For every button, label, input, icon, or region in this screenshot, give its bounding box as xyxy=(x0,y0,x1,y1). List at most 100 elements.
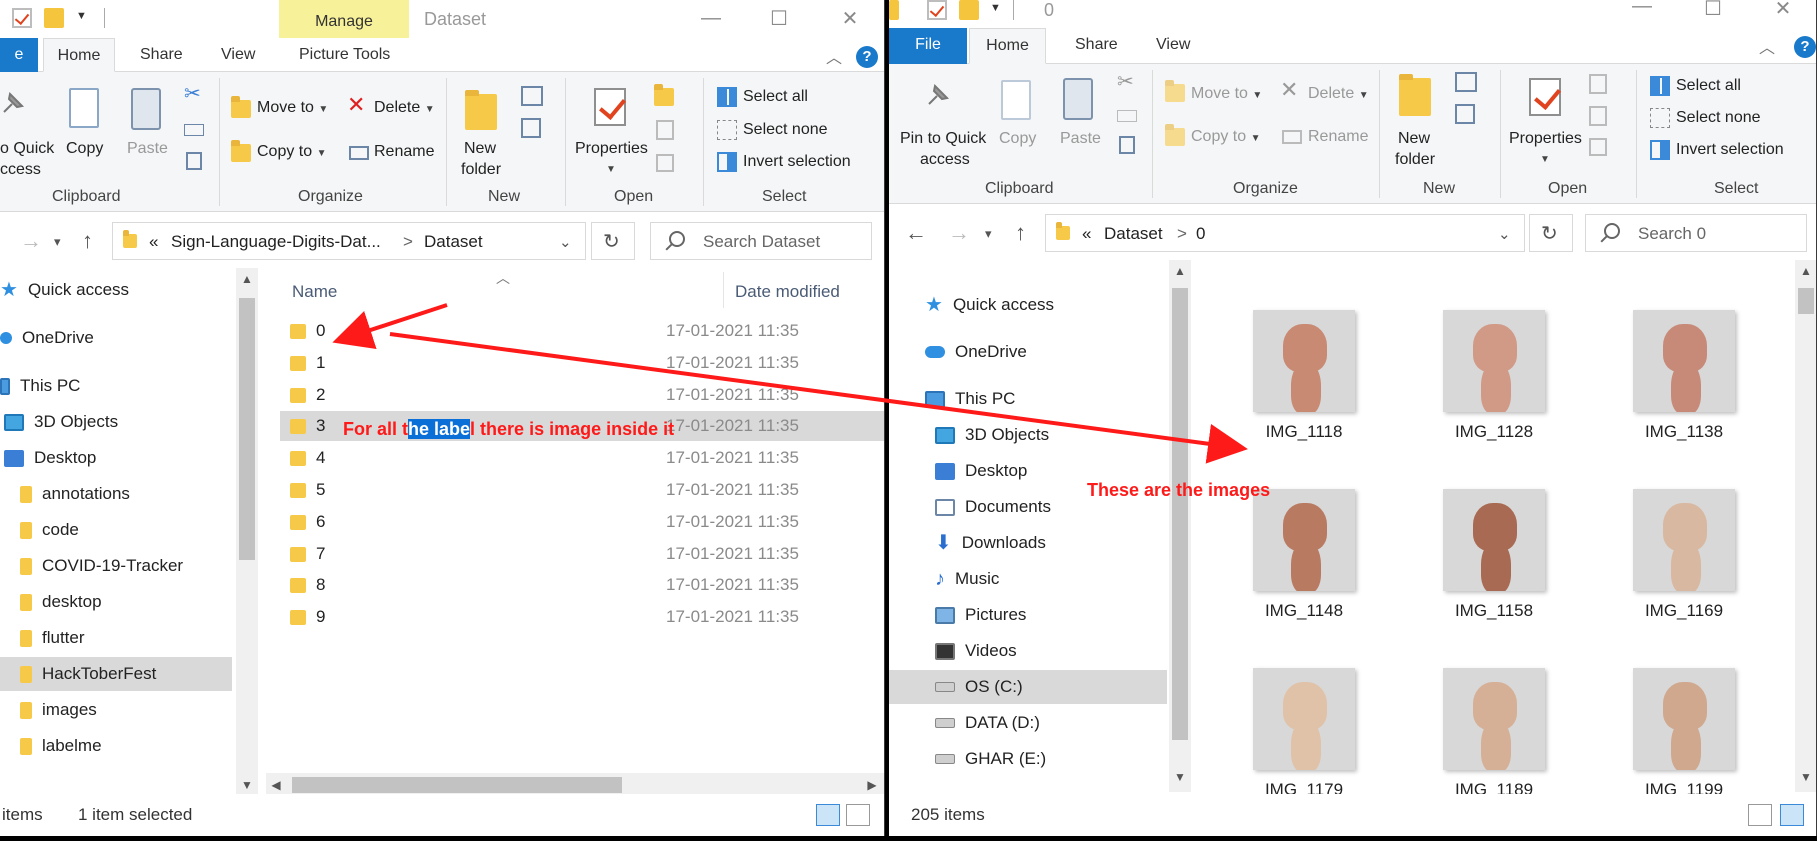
nav-downloads[interactable]: ⬇ Downloads xyxy=(935,526,1046,560)
collapse-ribbon-icon[interactable]: ︿ xyxy=(1759,34,1775,58)
address-overflow[interactable]: « xyxy=(1082,224,1091,244)
copy-button[interactable]: Copy xyxy=(999,128,1036,149)
nav-desktop-folder[interactable]: desktop xyxy=(20,585,232,619)
breadcrumb-parent[interactable]: Dataset xyxy=(1104,224,1163,244)
maximize-icon[interactable]: ☐ xyxy=(751,0,807,36)
nav-scrollbar[interactable]: ▲ ▼ xyxy=(1169,260,1191,792)
new-folder-button[interactable]: New xyxy=(1398,128,1430,149)
qat-dropdown-icon[interactable]: ▼ xyxy=(990,2,1001,14)
nav-documents[interactable]: Documents xyxy=(935,490,1051,524)
select-none-button[interactable]: Select none xyxy=(1676,108,1761,128)
pin-to-quick-access-line2[interactable]: access xyxy=(920,149,970,170)
column-header-date-modified[interactable]: Date modified xyxy=(735,282,840,302)
copy-button[interactable]: Copy xyxy=(66,138,103,159)
table-row[interactable]: 1 17-01-2021 11:35 xyxy=(280,348,884,378)
paste-shortcut-icon[interactable] xyxy=(1119,136,1135,154)
table-row[interactable]: 8 17-01-2021 11:35 xyxy=(280,570,884,600)
collapse-ribbon-icon[interactable]: ︿ xyxy=(826,44,842,68)
select-all-button[interactable]: Select all xyxy=(743,87,808,107)
horizontal-scroll-thumb[interactable] xyxy=(292,777,622,793)
new-folder-qat-icon[interactable] xyxy=(959,0,979,20)
details-view-icon[interactable] xyxy=(816,804,840,826)
properties-qat-icon[interactable] xyxy=(12,8,32,28)
nav-quick-access[interactable]: ★ Quick access xyxy=(925,288,1054,322)
tab-file[interactable]: e xyxy=(0,38,38,72)
refresh-button[interactable]: ↻ xyxy=(591,222,635,260)
image-thumbnail[interactable]: IMG_1138 xyxy=(1609,310,1759,470)
table-row[interactable]: 6 17-01-2021 11:35 xyxy=(280,507,884,537)
nav-hacktoberfest[interactable]: HackToberFest xyxy=(0,657,232,691)
breadcrumb-separator[interactable]: > xyxy=(403,232,413,252)
new-folder-button-line2[interactable]: folder xyxy=(1395,149,1435,170)
maximize-icon[interactable]: ☐ xyxy=(1685,0,1741,26)
address-bar[interactable]: « Dataset > 0 ⌄ xyxy=(1045,214,1525,252)
paste-button[interactable]: Paste xyxy=(1060,128,1101,149)
pin-to-quick-access-button[interactable]: Pin to Quick xyxy=(900,128,986,149)
recent-locations-icon[interactable]: ▾ xyxy=(54,234,61,250)
tab-home[interactable]: Home xyxy=(969,28,1046,64)
cut-icon[interactable]: ✂ xyxy=(1117,72,1134,92)
copy-path-icon[interactable] xyxy=(184,124,204,136)
table-row[interactable]: 0 17-01-2021 11:35 xyxy=(280,316,884,346)
back-icon[interactable]: ← xyxy=(905,220,927,246)
table-row[interactable]: 2 17-01-2021 11:35 xyxy=(280,380,884,410)
new-folder-button[interactable]: New xyxy=(464,138,496,159)
nav-3d-objects[interactable]: 3D Objects xyxy=(935,418,1049,452)
grid-scroll-thumb[interactable] xyxy=(1798,288,1814,314)
new-item-icon[interactable] xyxy=(521,86,543,106)
edit-icon[interactable] xyxy=(656,120,674,140)
properties-button[interactable]: Properties xyxy=(575,138,648,159)
grid-scrollbar[interactable]: ▲ ▼ xyxy=(1795,260,1816,792)
easy-access-icon[interactable] xyxy=(521,118,541,138)
history-icon[interactable] xyxy=(1589,138,1607,156)
pin-quick-access-label[interactable]: o Quick xyxy=(0,138,54,159)
rename-button[interactable]: Rename xyxy=(374,142,434,162)
nav-this-pc[interactable]: This PC xyxy=(0,369,232,403)
nav-scrollbar[interactable]: ▲ ▼ xyxy=(236,268,258,799)
nav-quick-access[interactable]: ★ Quick access xyxy=(0,273,232,307)
nav-videos[interactable]: Videos xyxy=(935,634,1017,668)
scroll-down-icon[interactable]: ▼ xyxy=(1796,770,1816,784)
recent-locations-icon[interactable]: ▾ xyxy=(985,226,992,242)
nav-desktop[interactable]: Desktop xyxy=(4,441,232,475)
forward-icon[interactable]: → xyxy=(948,220,970,246)
nav-scroll-thumb[interactable] xyxy=(239,298,255,560)
column-header-name[interactable]: Name xyxy=(292,282,337,302)
nav-labelme[interactable]: labelme xyxy=(20,729,232,763)
nav-flutter[interactable]: flutter xyxy=(20,621,232,655)
help-icon[interactable]: ? xyxy=(856,46,878,68)
copy-to-button[interactable]: Copy to ▼ xyxy=(1191,127,1261,149)
scroll-down-icon[interactable]: ▼ xyxy=(237,778,257,792)
close-icon[interactable]: ✕ xyxy=(1755,0,1811,26)
select-all-button[interactable]: Select all xyxy=(1676,76,1741,96)
paste-button[interactable]: Paste xyxy=(127,138,168,159)
open-icon[interactable] xyxy=(654,84,674,106)
move-to-button[interactable]: Move to ▼ xyxy=(257,98,328,120)
breadcrumb-current[interactable]: 0 xyxy=(1196,224,1205,244)
table-row[interactable]: 9 17-01-2021 11:35 xyxy=(280,602,884,632)
new-folder-qat-icon[interactable] xyxy=(44,8,64,28)
nav-onedrive[interactable]: OneDrive xyxy=(0,321,232,355)
search-box[interactable]: Search 0 xyxy=(1585,214,1807,252)
scroll-left-icon[interactable]: ◀ xyxy=(266,778,286,792)
scroll-right-icon[interactable]: ▶ xyxy=(862,778,882,792)
scroll-down-icon[interactable]: ▼ xyxy=(1170,770,1190,784)
tab-view[interactable]: View xyxy=(1156,28,1190,62)
select-none-button[interactable]: Select none xyxy=(743,120,828,140)
nav-scroll-thumb[interactable] xyxy=(1172,288,1188,740)
new-item-icon[interactable] xyxy=(1455,72,1477,92)
table-row[interactable]: 5 17-01-2021 11:35 xyxy=(280,475,884,505)
nav-music[interactable]: ♪ Music xyxy=(935,562,999,596)
tab-file[interactable]: File xyxy=(889,28,967,64)
paste-shortcut-icon[interactable] xyxy=(186,152,202,170)
history-icon[interactable] xyxy=(656,154,674,172)
column-divider[interactable] xyxy=(723,272,724,308)
breadcrumb-current[interactable]: Dataset xyxy=(424,232,483,252)
image-thumbnail[interactable]: IMG_1169 xyxy=(1609,489,1759,649)
chevron-down-icon[interactable]: ⌄ xyxy=(559,233,572,251)
nav-3d-objects[interactable]: 3D Objects xyxy=(4,405,232,439)
address-bar[interactable]: « Sign-Language-Digits-Dat... > Dataset … xyxy=(112,222,586,260)
nav-onedrive[interactable]: OneDrive xyxy=(925,335,1027,369)
invert-selection-button[interactable]: Invert selection xyxy=(743,152,851,172)
tab-share[interactable]: Share xyxy=(140,38,183,72)
